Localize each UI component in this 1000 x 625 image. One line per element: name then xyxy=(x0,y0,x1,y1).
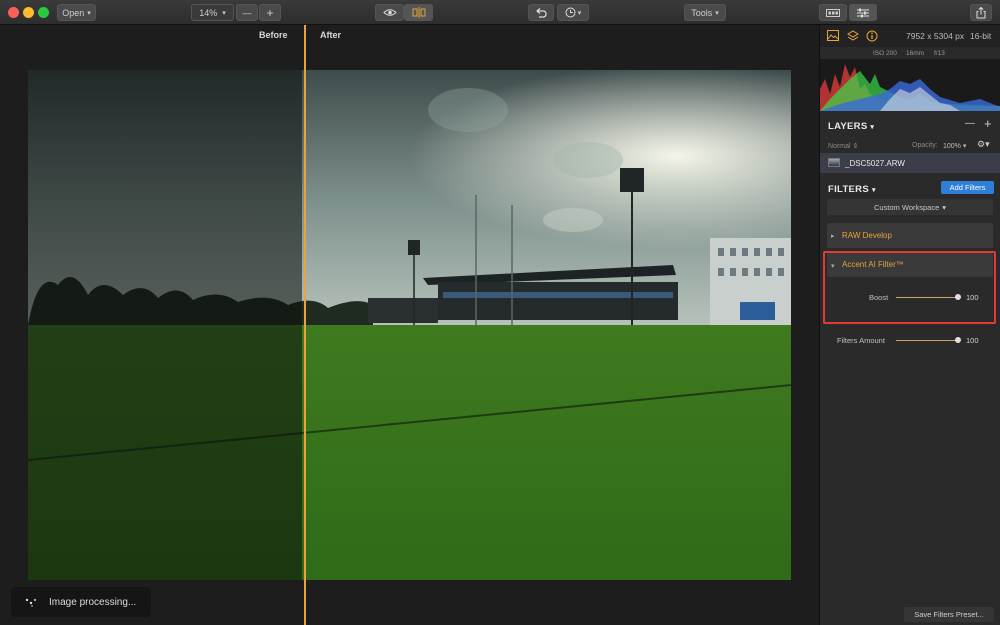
zoom-select[interactable]: 14% ▾ xyxy=(191,4,234,21)
photo-preview[interactable] xyxy=(28,70,791,580)
chevron-down-icon: ▾ xyxy=(942,202,947,212)
filmstrip-icon xyxy=(826,8,840,17)
zoom-out-label: — xyxy=(242,7,252,18)
stadium-photo xyxy=(28,70,791,580)
layers-icon[interactable] xyxy=(847,30,859,42)
history-button[interactable]: ▾ xyxy=(557,4,589,21)
save-filters-preset-button[interactable]: Save Filters Preset... xyxy=(904,607,994,622)
boost-value: 100 xyxy=(966,293,979,302)
layers-title-text: LAYERS xyxy=(828,121,868,132)
processing-text: Image processing... xyxy=(49,596,137,608)
chevron-updown-icon: ⇕ xyxy=(852,143,859,150)
opacity-value[interactable]: 100% ▾ xyxy=(943,142,966,150)
share-icon xyxy=(976,6,986,18)
layer-thumbnail xyxy=(828,158,840,167)
zoom-value: 14% xyxy=(199,7,218,18)
info-icon[interactable] xyxy=(866,30,878,42)
layer-settings-gear-icon[interactable]: ⚙▾ xyxy=(977,139,990,150)
chevron-down-icon: ▾ xyxy=(87,9,91,17)
histogram-graph xyxy=(820,64,1000,111)
before-after-divider[interactable] xyxy=(303,25,306,625)
histogram xyxy=(820,59,1000,111)
zoom-in-label: + xyxy=(266,5,274,20)
split-view-icon xyxy=(412,7,425,18)
bit-depth: 16-bit xyxy=(970,31,992,41)
opacity-label: Opacity: xyxy=(912,142,938,149)
exif-focal: 16mm xyxy=(906,50,925,57)
layer-row[interactable]: _DSC5027.ARW xyxy=(820,153,1000,173)
tools-menu-button[interactable]: Tools ▾ xyxy=(684,4,726,21)
raw-develop-label: RAW Develop xyxy=(842,231,892,240)
workspace-select[interactable]: Custom Workspace ▾ xyxy=(827,199,993,215)
share-button[interactable] xyxy=(970,4,992,21)
blend-mode-value: Normal xyxy=(828,143,851,150)
raw-develop-filter[interactable]: ▸ RAW Develop xyxy=(827,223,993,248)
right-panel: 7952 x 5304 px 16-bit ISO 200 16mm f/13 … xyxy=(819,25,1000,625)
exif-iso: ISO 200 xyxy=(873,50,897,57)
image-canvas[interactable]: Before After Image processing... xyxy=(0,25,819,625)
zoom-out-button[interactable]: — xyxy=(236,4,258,21)
spinner-icon xyxy=(25,598,37,607)
minimize-window-button[interactable] xyxy=(23,7,34,18)
split-view-button[interactable] xyxy=(404,4,433,21)
opacity-value-text: 100% xyxy=(943,143,961,150)
blend-mode-select[interactable]: Normal ⇕ xyxy=(828,142,858,150)
app-window: Open ▾ 14% ▾ — + ▾ Tools ▾ Before After … xyxy=(0,0,1000,625)
chevron-down-icon: ▾ xyxy=(962,143,967,150)
adjustments-panel-button[interactable] xyxy=(849,4,877,21)
clock-icon xyxy=(565,7,576,18)
filters-amount-label: Filters Amount xyxy=(837,336,885,345)
before-label: Before xyxy=(259,30,288,40)
disclosure-right-icon: ▸ xyxy=(831,233,835,240)
layers-title[interactable]: LAYERS ▾ xyxy=(828,121,874,132)
boost-slider-knob[interactable] xyxy=(955,294,961,300)
zoom-in-button[interactable]: + xyxy=(259,4,281,21)
layer-name: _DSC5027.ARW xyxy=(845,159,905,168)
chevron-down-icon: ▾ xyxy=(222,9,226,17)
info-bar: 7952 x 5304 px 16-bit xyxy=(820,25,1000,47)
undo-icon xyxy=(536,7,547,18)
boost-label: Boost xyxy=(869,293,889,302)
filters-amount-slider-knob[interactable] xyxy=(955,337,961,343)
accent-ai-highlight-box xyxy=(823,251,996,324)
zoom-window-button[interactable] xyxy=(38,7,49,18)
chevron-down-icon: ▾ xyxy=(871,187,876,194)
image-dimensions: 7952 x 5304 px xyxy=(906,31,965,41)
close-window-button[interactable] xyxy=(8,7,19,18)
sliders-icon xyxy=(857,8,869,17)
processing-toast: Image processing... xyxy=(11,587,151,617)
filters-amount-value: 100 xyxy=(966,336,979,345)
open-button[interactable]: Open ▾ xyxy=(57,4,96,21)
filters-title-text: FILTERS xyxy=(828,184,869,195)
filters-amount-slider-track[interactable] xyxy=(896,340,958,341)
add-filters-button[interactable]: Add Filters xyxy=(941,181,994,194)
tools-label: Tools xyxy=(691,7,713,18)
boost-slider-track[interactable] xyxy=(896,297,958,298)
browser-view-button[interactable] xyxy=(819,4,847,21)
remove-layer-button[interactable]: — xyxy=(965,118,975,129)
workspace-value: Custom Workspace xyxy=(873,202,940,212)
toolbar: Open ▾ 14% ▾ — + ▾ Tools ▾ xyxy=(0,0,1000,25)
eye-icon xyxy=(382,9,397,16)
chevron-down-icon: ▾ xyxy=(870,124,875,131)
chevron-down-icon: ▾ xyxy=(577,9,582,17)
after-label: After xyxy=(320,30,342,40)
open-button-label: Open xyxy=(62,7,85,18)
undo-button[interactable] xyxy=(528,4,554,21)
exif-aperture: f/13 xyxy=(934,50,945,57)
filters-title[interactable]: FILTERS ▾ xyxy=(828,184,876,195)
image-icon[interactable] xyxy=(827,30,839,41)
add-layer-button[interactable]: + xyxy=(984,116,992,131)
preview-eye-button[interactable] xyxy=(375,4,404,21)
chevron-down-icon: ▾ xyxy=(715,9,719,17)
